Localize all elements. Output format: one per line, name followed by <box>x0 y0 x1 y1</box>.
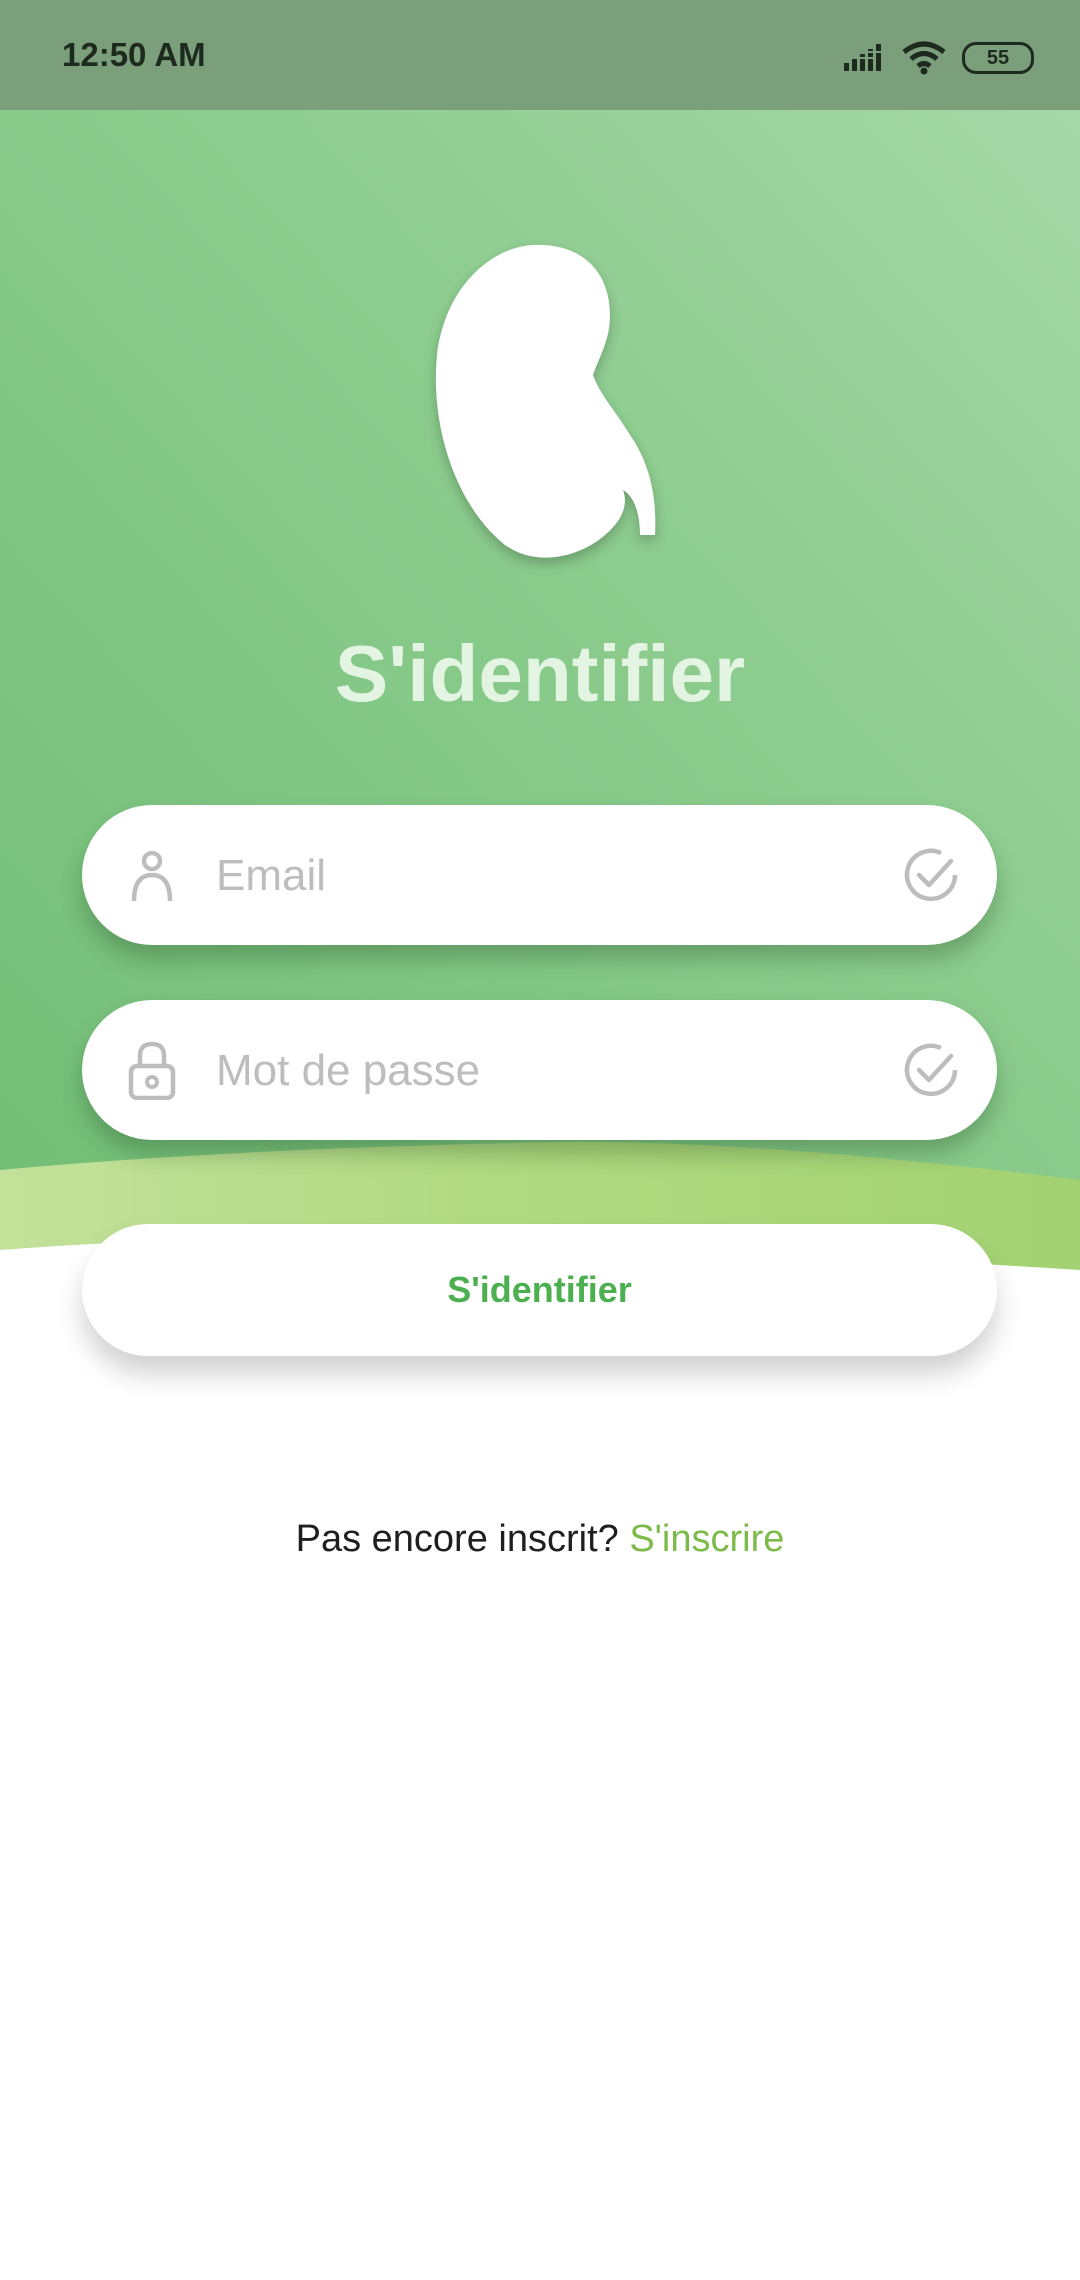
password-field[interactable] <box>82 1000 997 1140</box>
user-icon <box>131 850 173 902</box>
email-field[interactable] <box>82 805 997 945</box>
signup-prompt-text: Pas encore inscrit? <box>295 1518 619 1560</box>
status-icons: 55 <box>844 38 1034 78</box>
login-button[interactable]: S'identifier <box>82 1224 997 1356</box>
battery-icon: 55 <box>962 42 1034 74</box>
password-input[interactable] <box>214 1030 858 1112</box>
signup-link[interactable]: S'inscrire <box>629 1518 784 1560</box>
page-title: S'identifier <box>334 629 746 718</box>
status-bar: 12:50 AM 55 <box>0 0 1080 110</box>
signup-prompt: Pas encore inscrit? S'inscrire <box>0 1518 1080 1561</box>
login-button-label: S'identifier <box>447 1269 632 1310</box>
email-input[interactable] <box>214 835 858 917</box>
check-circle-icon <box>904 848 958 902</box>
check-circle-icon <box>904 1043 958 1097</box>
wifi-icon <box>902 41 946 75</box>
signal-icon <box>844 44 884 71</box>
battery-level: 55 <box>986 46 1010 69</box>
kidney-logo <box>435 244 656 558</box>
status-time: 12:50 AM <box>62 36 206 73</box>
lock-icon <box>128 1041 176 1100</box>
